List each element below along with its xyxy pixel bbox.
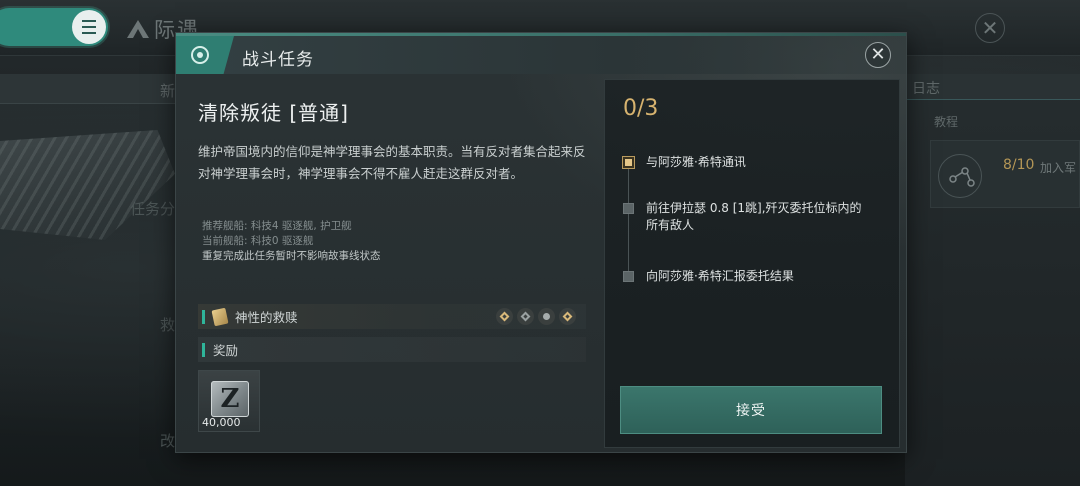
isk-currency-icon: Z xyxy=(211,381,249,417)
difficulty-indicators xyxy=(496,308,576,325)
section-accent xyxy=(202,309,205,324)
objective-step: 与阿莎雅·希特通讯 xyxy=(623,154,873,171)
left-label-2: 救 xyxy=(160,316,176,334)
step-marker-active xyxy=(623,157,634,168)
progress-count: 0/3 xyxy=(623,96,659,121)
reward-item[interactable]: Z 40,000 xyxy=(198,370,260,432)
book-icon xyxy=(211,307,229,326)
left-label-3: 改 xyxy=(160,432,176,450)
mission-info: 推荐舰船: 科技4 驱逐舰, 护卫舰 当前舰船: 科技0 驱逐舰 重复完成此任务… xyxy=(202,219,381,264)
step-text: 前往伊拉瑟 0.8 [1跳],歼灭委托位标内的所有敌人 xyxy=(646,201,862,232)
step-marker xyxy=(623,271,634,282)
dialog-header: 战斗任务 xyxy=(176,36,906,74)
tutorial-progress-label: 加入军 xyxy=(1040,161,1077,175)
target-icon xyxy=(191,46,209,64)
diamond-icon xyxy=(559,308,576,325)
left-tab-label: 新 xyxy=(160,82,176,100)
background-close-icon[interactable]: ✕ xyxy=(975,13,1005,43)
left-label-1: 任务分 xyxy=(130,200,176,218)
network-icon xyxy=(938,154,982,198)
step-marker xyxy=(623,203,634,214)
dialog-title: 战斗任务 xyxy=(242,50,314,70)
logo-icon xyxy=(127,20,149,38)
storyline-label: 神性的救赎 xyxy=(235,310,298,325)
mission-name: 清除叛徒 [普通] xyxy=(198,101,349,125)
reward-bar: 奖励 xyxy=(198,337,586,362)
reward-label: 奖励 xyxy=(213,343,239,358)
objective-step: 向阿莎雅·希特汇报委托结果 xyxy=(623,268,873,285)
reward-glyph: Z xyxy=(220,384,240,414)
step-text: 向阿莎雅·希特汇报委托结果 xyxy=(646,269,794,283)
section-accent xyxy=(202,342,205,357)
right-panel xyxy=(905,74,1080,486)
mission-description: 维护帝国境内的信仰是神学理事会的基本职责。当有反对者集合起来反对神学理事会时，神… xyxy=(198,144,586,181)
close-icon[interactable]: ✕ xyxy=(865,42,891,68)
accept-button[interactable]: 接受 xyxy=(620,386,882,434)
log-tab-label: 日志 xyxy=(912,81,940,97)
recommended-ships: 推荐舰船: 科技4 驱逐舰, 护卫舰 xyxy=(202,220,352,232)
reward-count: 40,000 xyxy=(202,416,241,429)
menu-button[interactable] xyxy=(72,10,106,44)
progress-panel: 0/3 与阿莎雅·希特通讯 前往伊拉瑟 0.8 [1跳],歼灭委托位标内的所有敌… xyxy=(604,79,900,448)
repeat-note: 重复完成此任务暂时不影响故事线状态 xyxy=(202,250,381,262)
step-text: 与阿莎雅·希特通讯 xyxy=(646,155,746,169)
objective-step: 前往伊拉瑟 0.8 [1跳],歼灭委托位标内的所有敌人 xyxy=(623,200,873,234)
storyline-bar[interactable]: 神性的救赎 xyxy=(198,304,586,329)
hamburger-icon xyxy=(82,18,96,36)
left-tab[interactable] xyxy=(0,74,180,104)
mission-dialog: 战斗任务 ✕ 清除叛徒 [普通] 维护帝国境内的信仰是神学理事会的基本职责。当有… xyxy=(175,32,907,453)
diamond-icon xyxy=(517,308,534,325)
dot-icon xyxy=(538,308,555,325)
current-ships: 当前舰船: 科技0 驱逐舰 xyxy=(202,235,314,247)
tutorial-label: 教程 xyxy=(934,115,959,129)
header-icon-box xyxy=(176,36,234,74)
diamond-icon xyxy=(496,308,513,325)
tutorial-progress: 8/10 xyxy=(1003,157,1035,173)
